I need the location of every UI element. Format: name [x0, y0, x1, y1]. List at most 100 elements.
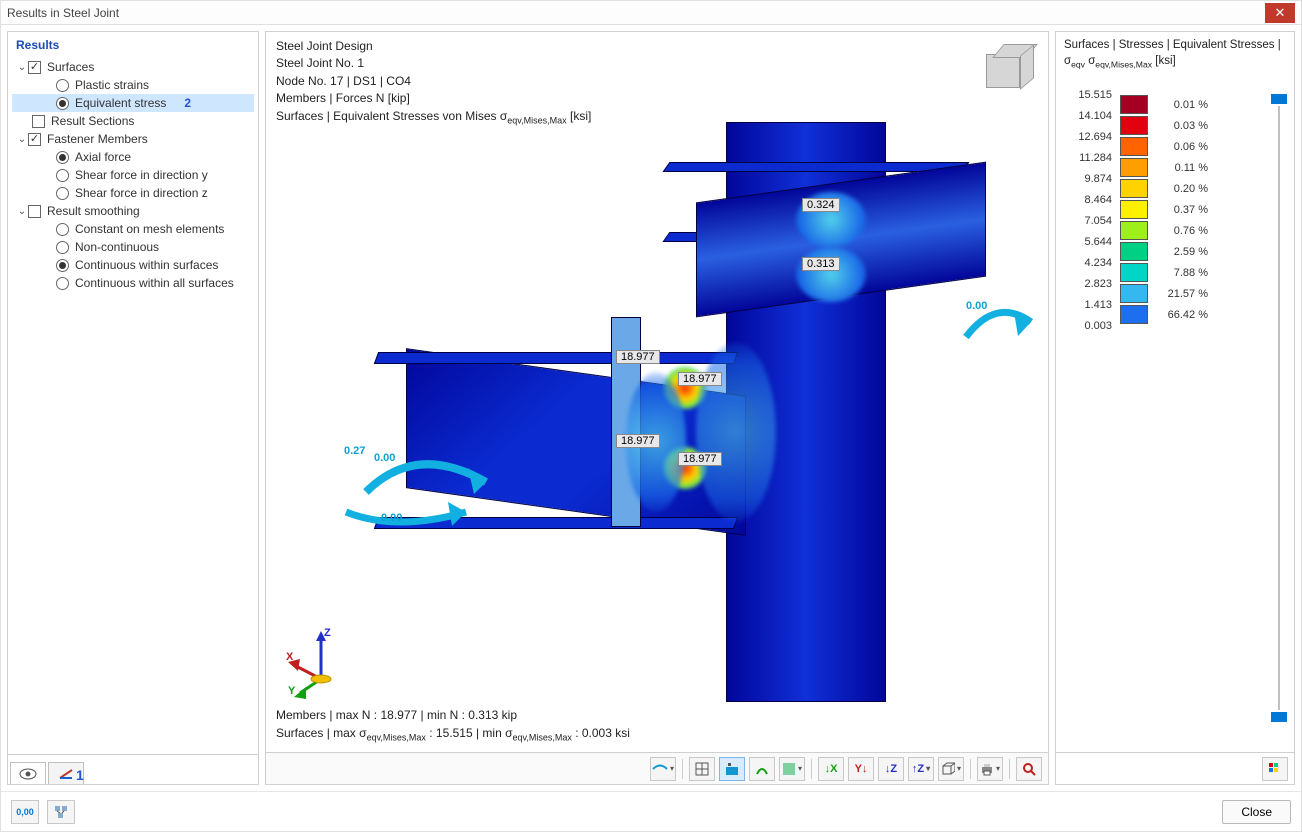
mesh-button[interactable]	[689, 757, 715, 781]
viewport-header: Steel Joint Design Steel Joint No. 1 Nod…	[276, 38, 591, 127]
legend-percent: 0.76 %	[1148, 225, 1208, 237]
stress-label: 18.977	[678, 452, 722, 466]
tree-item-axial-force[interactable]: Axial force	[12, 148, 254, 166]
legend-percent: 0.01 %	[1148, 99, 1208, 111]
navigation-cube[interactable]	[978, 38, 1038, 98]
deformation-button[interactable]	[749, 757, 775, 781]
tree-item-plastic-strains[interactable]: Plastic strains	[12, 76, 254, 94]
stress-label: 18.977	[616, 350, 660, 364]
stress-label: 18.977	[616, 434, 660, 448]
tree-item-result-sections[interactable]: Result Sections	[12, 112, 254, 130]
legend-value: 2.823	[1064, 278, 1120, 290]
sidebar-header: Results	[8, 32, 258, 56]
model-viewport[interactable]: 0.324 0.313 18.977 18.977 18.977 18.977 …	[265, 31, 1049, 785]
stress-label: 18.977	[678, 372, 722, 386]
legend-settings-button[interactable]	[1262, 757, 1288, 781]
search-button[interactable]	[1016, 757, 1042, 781]
search-icon	[1022, 762, 1036, 776]
display-mode-button[interactable]: ▾	[650, 757, 676, 781]
legend-percent: 66.42 %	[1148, 309, 1208, 321]
radio-axial-force[interactable]	[56, 151, 69, 164]
view-z-button[interactable]: ↓Z	[878, 757, 904, 781]
legend-value: 4.234	[1064, 257, 1120, 269]
force-label: 0.00	[374, 452, 395, 464]
tree-icon	[54, 805, 68, 819]
legend-swatch	[1120, 116, 1148, 135]
force-label: 0.00	[381, 512, 402, 524]
radio-equivalent-stress[interactable]	[56, 97, 69, 110]
legend-swatch	[1120, 305, 1148, 324]
legend-percent: 0.03 %	[1148, 120, 1208, 132]
legend-percent: 0.20 %	[1148, 183, 1208, 195]
chevron-down-icon[interactable]: ⌄	[16, 62, 28, 73]
tree-item-cont-within-surfaces[interactable]: Continuous within surfaces	[12, 256, 254, 274]
print-button[interactable]: ▾	[977, 757, 1003, 781]
tree-item-result-smoothing[interactable]: ⌄ Result smoothing	[12, 202, 254, 220]
checkbox-fastener-members[interactable]	[28, 133, 41, 146]
legend-body: 15.5150.01 %14.1040.03 %12.6940.06 %11.2…	[1056, 76, 1294, 752]
iso-view-button[interactable]: ▾	[938, 757, 964, 781]
tree-item-fastener-members[interactable]: ⌄ Fastener Members	[12, 130, 254, 148]
radio-non-continuous[interactable]	[56, 241, 69, 254]
units-button[interactable]: 0,00	[11, 800, 39, 824]
moment-arrow-icon	[336, 432, 536, 542]
legend-value: 5.644	[1064, 236, 1120, 248]
sidebar-tabs	[8, 754, 258, 784]
close-icon[interactable]: ✕	[1265, 3, 1295, 23]
tree-item-surfaces[interactable]: ⌄ Surfaces	[12, 58, 254, 76]
chevron-down-icon[interactable]: ⌄	[16, 206, 28, 217]
values-button[interactable]	[719, 757, 745, 781]
tree-item-equivalent-stress[interactable]: Equivalent stress 2	[12, 94, 254, 112]
palette-icon	[1268, 762, 1282, 776]
legend-percent: 21.57 %	[1148, 288, 1208, 300]
results-sidebar: Results ⌄ Surfaces Plastic strains Equiv…	[7, 31, 259, 785]
legend-value: 15.515	[1064, 89, 1120, 101]
view-neg-z-button[interactable]: ↑Z▾	[908, 757, 934, 781]
legend-swatch	[1120, 263, 1148, 282]
radio-cont-within-surfaces[interactable]	[56, 259, 69, 272]
tab-eye[interactable]	[10, 762, 46, 784]
view-x-button[interactable]: ↓X	[818, 757, 844, 781]
tree-item-shear-z[interactable]: Shear force in direction z	[12, 184, 254, 202]
stress-label: 0.313	[802, 257, 840, 271]
radio-shear-y[interactable]	[56, 169, 69, 182]
checkbox-result-sections[interactable]	[32, 115, 45, 128]
close-button[interactable]: Close	[1222, 800, 1291, 824]
checkbox-surfaces[interactable]	[28, 61, 41, 74]
legend-swatch	[1120, 242, 1148, 261]
dialog-bottombar: 0,00 Close	[1, 791, 1301, 831]
tree-item-cont-within-all[interactable]: Continuous within all surfaces	[12, 274, 254, 292]
legend-value: 0.003	[1064, 320, 1120, 332]
legend-percent: 0.37 %	[1148, 204, 1208, 216]
legend-percent: 7.88 %	[1148, 267, 1208, 279]
radio-constant-mesh[interactable]	[56, 223, 69, 236]
annotation-2: 2	[184, 96, 191, 110]
chevron-down-icon[interactable]: ⌄	[16, 134, 28, 145]
radio-cont-within-all[interactable]	[56, 277, 69, 290]
view-y-button[interactable]: Y↓	[848, 757, 874, 781]
tree-item-non-continuous[interactable]: Non-continuous	[12, 238, 254, 256]
stress-label: 0.324	[802, 198, 840, 212]
tree-item-constant-mesh[interactable]: Constant on mesh elements	[12, 220, 254, 238]
force-label: 0.00	[966, 300, 987, 312]
legend-value: 14.104	[1064, 110, 1120, 122]
viewport-toolbar: ▾ ▾ ↓X Y↓ ↓Z ↑Z▾ ▾ ▾	[266, 752, 1048, 784]
axis-triad[interactable]: Z X Y	[286, 629, 356, 699]
viewport-footer: Members | max N : 18.977 | min N : 0.313…	[276, 707, 630, 744]
legend-swatch	[1120, 284, 1148, 303]
legend-value: 12.694	[1064, 131, 1120, 143]
tree-item-shear-y[interactable]: Shear force in direction y	[12, 166, 254, 184]
legend-slider[interactable]	[1270, 94, 1288, 722]
isoband-button[interactable]: ▾	[779, 757, 805, 781]
legend-swatch	[1120, 158, 1148, 177]
settings-button[interactable]	[47, 800, 75, 824]
radio-shear-z[interactable]	[56, 187, 69, 200]
eye-icon	[19, 768, 37, 780]
legend-swatch	[1120, 95, 1148, 114]
legend-swatch	[1120, 200, 1148, 219]
checkbox-result-smoothing[interactable]	[28, 205, 41, 218]
legend-swatch	[1120, 179, 1148, 198]
legend-value: 1.413	[1064, 299, 1120, 311]
radio-plastic-strains[interactable]	[56, 79, 69, 92]
results-tree: ⌄ Surfaces Plastic strains Equivalent st…	[8, 56, 258, 754]
